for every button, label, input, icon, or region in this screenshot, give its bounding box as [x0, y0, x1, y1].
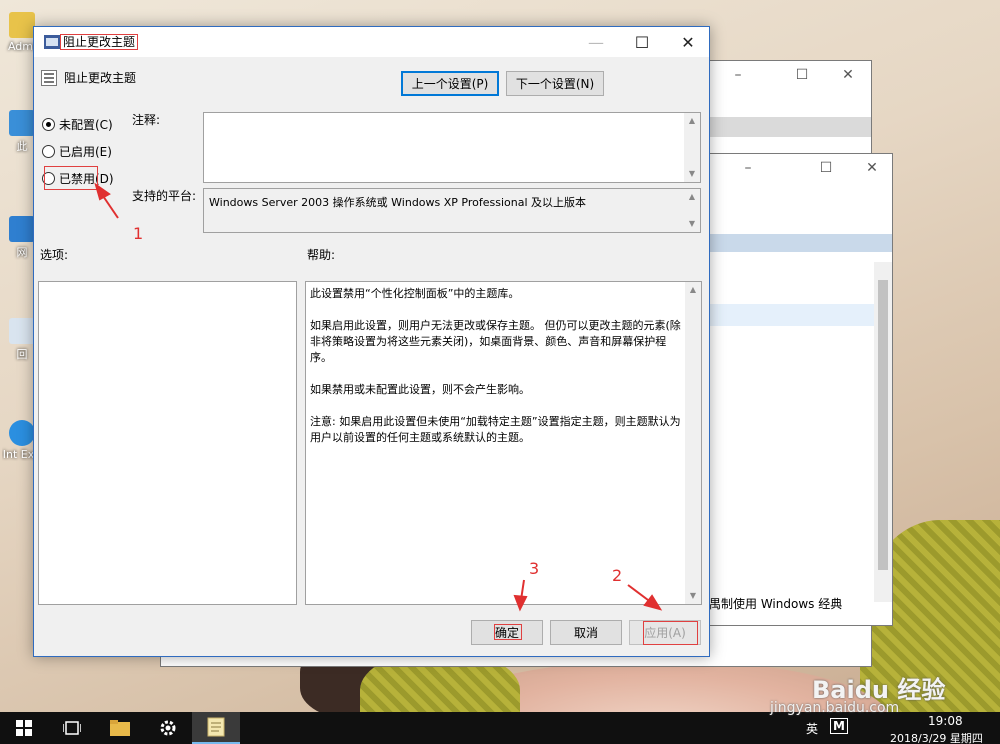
dialog-title: 阻止更改主题: [60, 34, 139, 50]
network-icon: [9, 216, 35, 242]
scroll-thumb[interactable]: [878, 280, 888, 570]
help-scrollbar[interactable]: ▲ ▼: [685, 282, 701, 604]
clock-time[interactable]: 19:08: [928, 714, 963, 728]
minimize-button[interactable]: —: [573, 27, 619, 57]
radio-not-configured[interactable]: 未配置(C): [42, 116, 113, 133]
gear-icon: [160, 720, 176, 736]
maximize-icon[interactable]: ☐: [819, 160, 833, 176]
internet-explorer-icon: [9, 420, 35, 446]
close-icon[interactable]: ✕: [865, 160, 879, 176]
help-label: 帮助:: [307, 248, 336, 262]
platform-label: 支持的平台:: [132, 189, 197, 203]
start-button[interactable]: [0, 712, 48, 744]
computer-icon: [9, 110, 35, 136]
radio-label: 未配置(C): [59, 118, 113, 132]
help-paragraph: 如果禁用或未配置此设置，则不会产生影响。: [310, 383, 530, 396]
annotation-number-1: 1: [133, 224, 144, 243]
desktop-icon-label: Admi: [7, 40, 37, 53]
scroll-down-icon[interactable]: ▼: [684, 216, 700, 232]
background-window-titlebar: – ☐ ✕: [707, 154, 892, 186]
annotation-number-3: 3: [529, 559, 540, 578]
scroll-up-icon[interactable]: ▲: [684, 189, 700, 205]
help-paragraph: 注意: 如果启用此设置但未使用“加载特定主题”设置指定主题，则主题默认为用户以前…: [310, 415, 681, 444]
comment-textarea[interactable]: ▲ ▼: [203, 112, 701, 183]
next-setting-button[interactable]: 下一个设置(N): [506, 71, 604, 96]
file-explorer-button[interactable]: [96, 712, 144, 744]
settings-button[interactable]: [144, 712, 192, 744]
windows-logo-icon: [16, 720, 32, 736]
ime-mode-indicator[interactable]: M: [830, 718, 848, 734]
annotation-highlight-ok: [494, 624, 522, 640]
maximize-icon[interactable]: ☐: [795, 67, 809, 83]
dialog-titlebar[interactable]: 阻止更改主题 — ☐ ✕: [34, 27, 709, 57]
radio-indicator[interactable]: [42, 145, 55, 158]
desktop-icon-label: 此: [16, 140, 28, 153]
clock-date[interactable]: 2018/3/29 星期四: [890, 730, 983, 744]
desktop-icon-label: 网: [16, 246, 28, 259]
annotation-highlight-apply: [643, 621, 698, 645]
help-paragraph: 如果启用此设置，则用户无法更改或保存主题。 但仍可以更改主题的元素(除非将策略设…: [310, 319, 681, 364]
background-window-header: [707, 234, 892, 252]
radio-enabled[interactable]: 已启用(E): [42, 143, 112, 160]
taskbar: Baidu 经验 jingyan.baidu.com 英 M 19:08 201…: [0, 676, 1000, 744]
baidu-watermark-url: jingyan.baidu.com: [770, 700, 900, 716]
comment-scrollbar[interactable]: ▲ ▼: [684, 113, 700, 182]
scroll-up-icon[interactable]: ▲: [685, 282, 701, 298]
background-window-2[interactable]: – ☐ ✕ 禺制使用 Windows 经典: [706, 153, 893, 626]
platform-scrollbar[interactable]: ▲ ▼: [684, 189, 700, 232]
options-pane[interactable]: [38, 281, 297, 605]
background-window-scrollbar[interactable]: [874, 262, 892, 602]
help-pane[interactable]: 此设置禁用“个性化控制面板”中的主题库。 如果启用此设置，则用户无法更改或保存主…: [305, 281, 702, 605]
background-window-selected-row: [707, 304, 875, 326]
comment-label: 注释:: [132, 113, 161, 127]
ime-language-indicator[interactable]: 英: [806, 720, 818, 737]
previous-setting-button[interactable]: 上一个设置(P): [401, 71, 499, 96]
platform-value: Windows Server 2003 操作系统或 Windows XP Pro…: [209, 196, 587, 209]
desktop-icon-label: 回: [16, 348, 28, 361]
close-icon: ✕: [681, 32, 695, 52]
radio-indicator[interactable]: [42, 118, 55, 131]
policy-app-icon: [44, 35, 60, 49]
scroll-down-icon[interactable]: ▼: [685, 588, 701, 604]
scroll-up-icon[interactable]: ▲: [684, 113, 700, 129]
radio-label: 已启用(E): [59, 145, 112, 159]
policy-dialog[interactable]: 阻止更改主题 — ☐ ✕ 阻止更改主题 上一个设置(P) 下一个设置(N) 未配…: [33, 26, 710, 657]
group-policy-taskbar-button[interactable]: [192, 712, 240, 744]
document-icon: [207, 717, 225, 737]
policy-setting-icon: [41, 70, 57, 86]
task-view-button[interactable]: [48, 712, 96, 744]
minimize-icon: —: [588, 32, 604, 52]
minimize-icon[interactable]: –: [731, 67, 745, 83]
help-text: 此设置禁用“个性化控制面板”中的主题库。 如果启用此设置，则用户无法更改或保存主…: [310, 286, 681, 462]
task-view-icon: [63, 721, 81, 735]
maximize-icon: ☐: [634, 32, 650, 52]
platform-field: Windows Server 2003 操作系统或 Windows XP Pro…: [203, 188, 701, 233]
close-button[interactable]: ✕: [665, 27, 711, 57]
help-paragraph: 此设置禁用“个性化控制面板”中的主题库。: [310, 287, 520, 300]
annotation-highlight-disabled: [44, 166, 98, 190]
recycle-bin-icon: [9, 318, 35, 344]
close-icon[interactable]: ✕: [841, 67, 855, 83]
setting-title: 阻止更改主题: [64, 71, 137, 85]
annotation-number-2: 2: [612, 566, 623, 585]
folder-icon: [110, 720, 130, 736]
scroll-down-icon[interactable]: ▼: [684, 166, 700, 182]
cancel-button[interactable]: 取消: [550, 620, 622, 645]
background-window-text: 禺制使用 Windows 经典: [709, 597, 843, 611]
options-label: 选项:: [40, 248, 69, 262]
folder-icon: [9, 12, 35, 38]
maximize-button[interactable]: ☐: [619, 27, 665, 57]
minimize-icon[interactable]: –: [741, 160, 755, 176]
